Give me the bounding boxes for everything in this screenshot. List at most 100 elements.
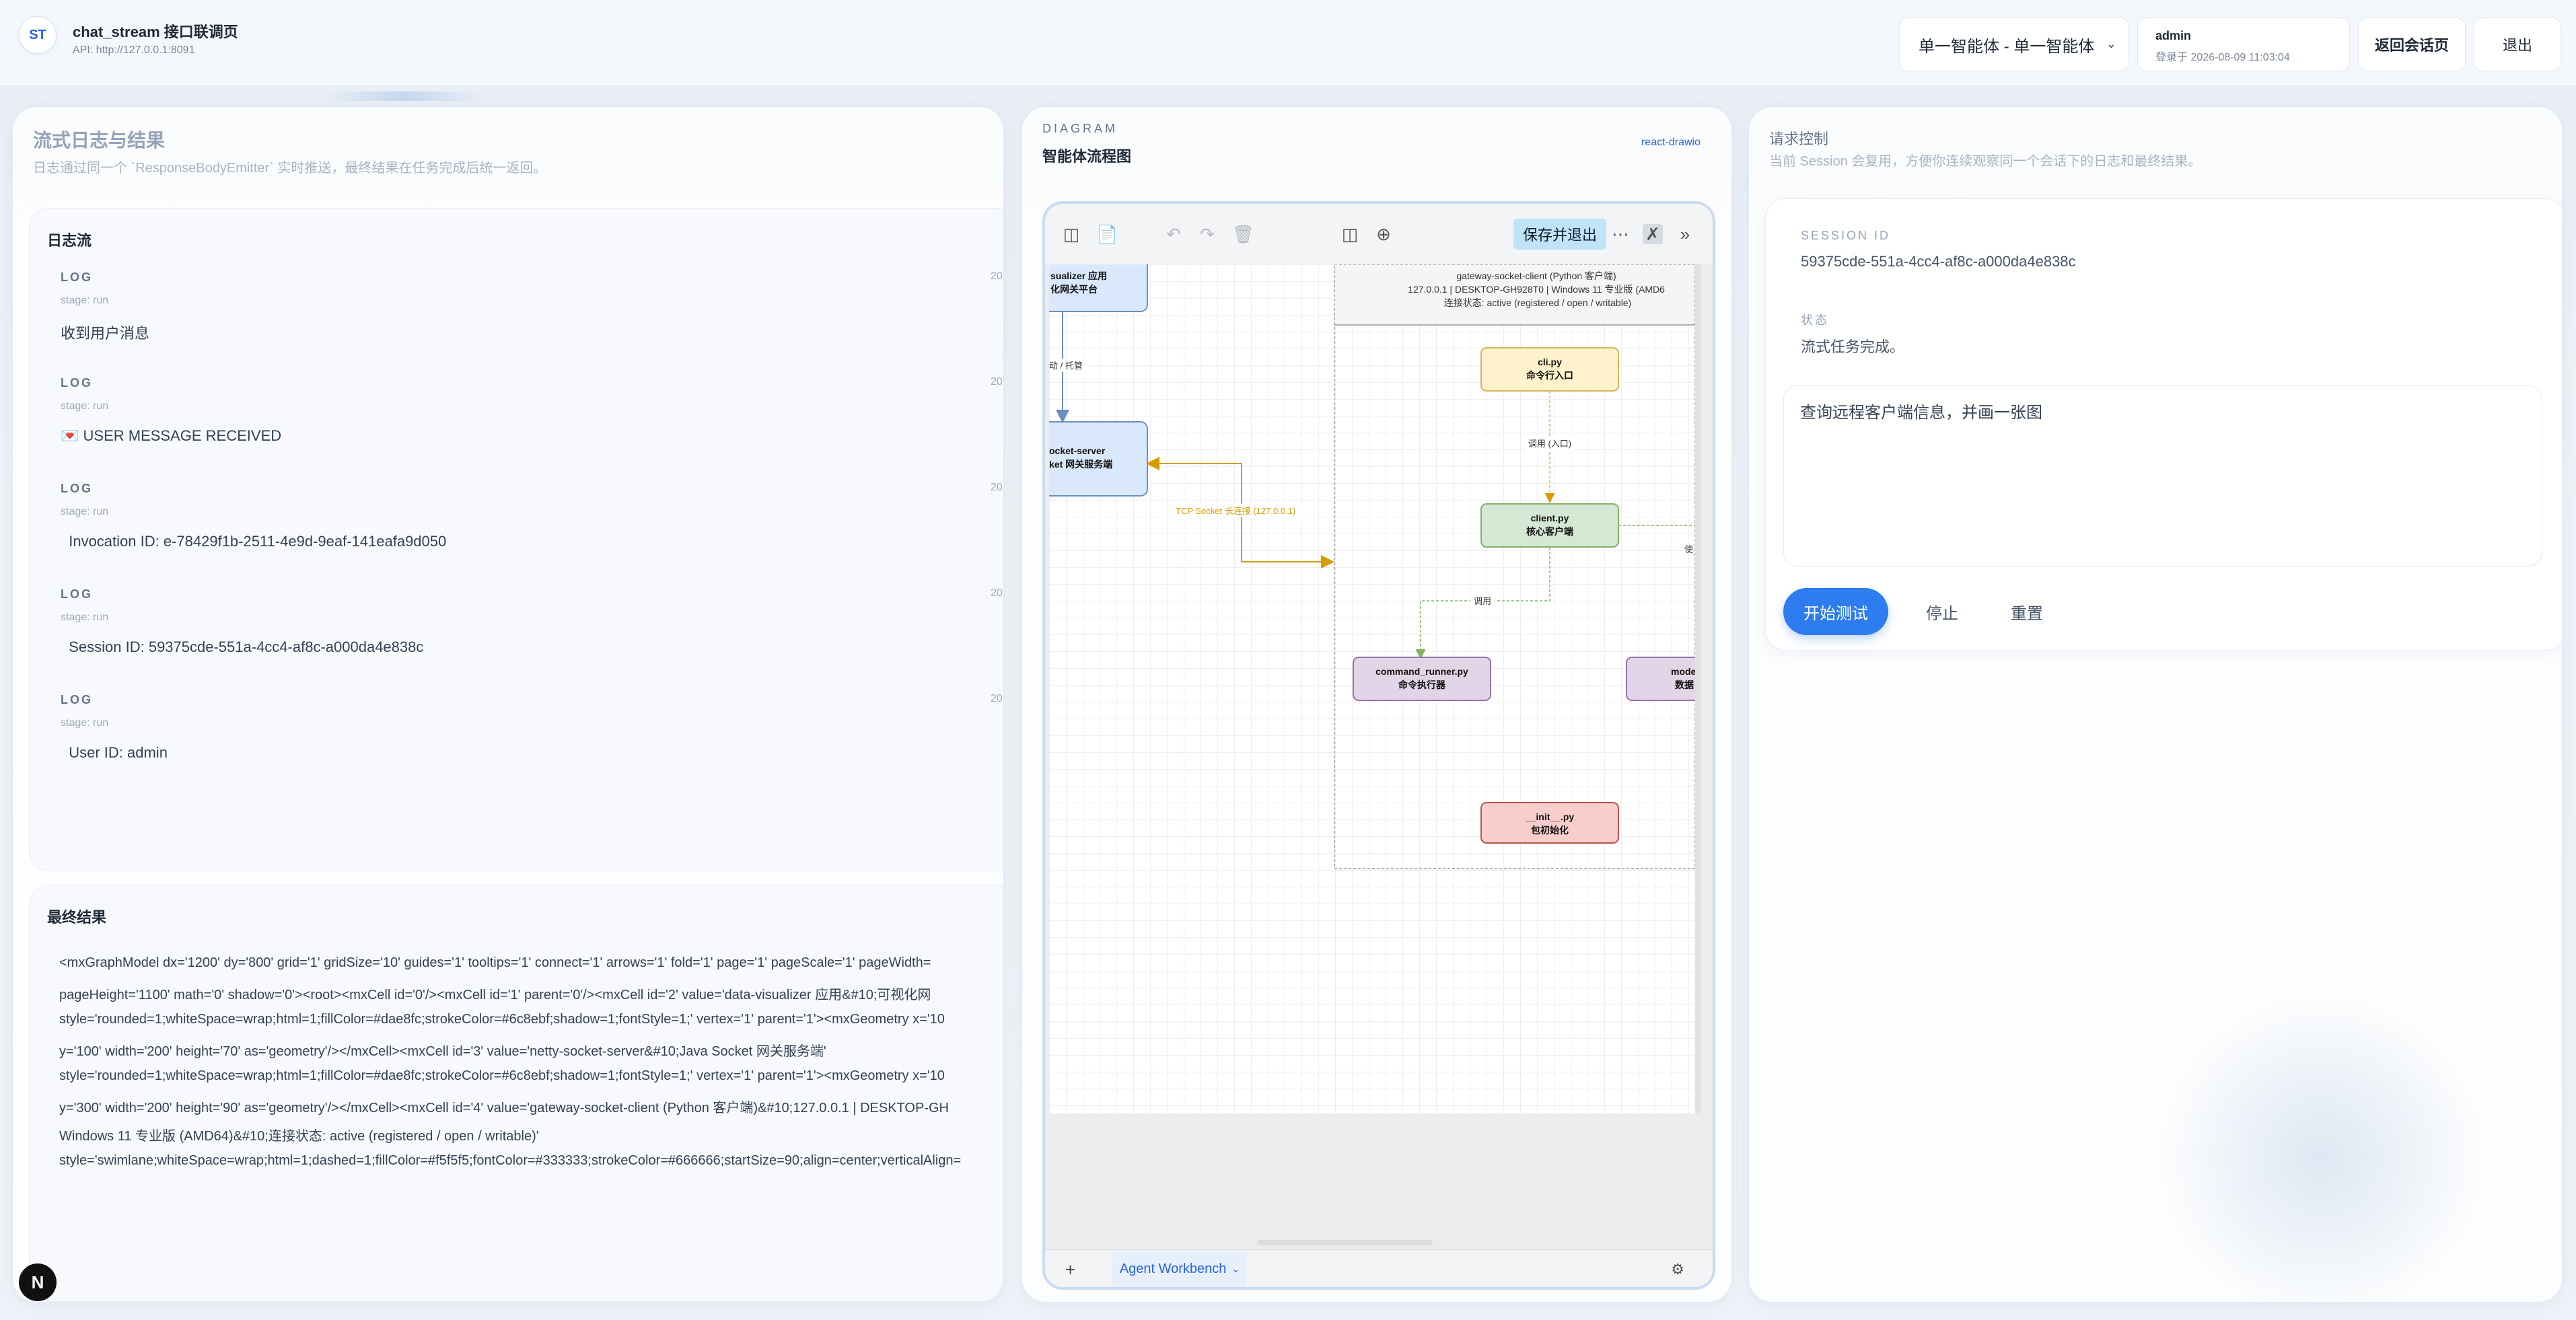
log-stage: stage: run [61, 506, 109, 517]
result-line: style='swimlane;whiteSpace=wrap;html=1;d… [59, 1153, 962, 1168]
log-entry: LOG 2026-08- stage: run Invocation ID: e… [30, 482, 1003, 587]
log-message: 💌 USER MESSAGE RECEIVED [61, 427, 282, 444]
app-title: chat_stream 接口联调页 [73, 24, 238, 40]
log-entry: LOG 2026-08- stage: run Session ID: 5937… [30, 587, 1003, 692]
logout-button[interactable]: 退出 [2474, 17, 2561, 71]
log-entry: LOG 2026-08- stage: run 💌 USER MESSAGE R… [30, 376, 1003, 481]
node-visualizer[interactable]: sualizer 应用化网关平台 [1049, 264, 1148, 312]
add-page-icon[interactable]: + [1065, 1259, 1075, 1280]
chevron-down-icon: ⌄ [2106, 37, 2116, 50]
log-stage: stage: run [61, 717, 109, 729]
result-line: y='100' width='200' height='70' as='geom… [59, 1044, 826, 1059]
diagram-canvas[interactable]: gateway-socket-client (Python 客户端) 127.0… [1049, 264, 1695, 1113]
log-time: 2026-08- [991, 270, 1003, 282]
loading-strip [323, 91, 485, 101]
log-stage: stage: run [61, 295, 109, 306]
drawio-bottom-bar: + Agent Workbench ⌄ ⚙ [1045, 1249, 1713, 1287]
node-init[interactable]: __init__.py 包初始化 [1480, 802, 1619, 844]
reset-button[interactable]: 重置 [1993, 588, 2061, 635]
login-time: 登录于 2026-08-09 11:03:04 [2155, 52, 2290, 63]
log-message: Invocation ID: e-78429f1b-2511-4e9d-9eaf… [61, 533, 447, 550]
node-socket-server[interactable]: ocket-server ket 网关服务端 [1049, 421, 1148, 497]
node-models[interactable]: mode 数据 [1626, 657, 1695, 701]
node-command-runner[interactable]: command_runner.py 命令执行器 [1353, 657, 1491, 701]
shapes-icon[interactable]: ◫ [1340, 224, 1360, 244]
log-stage: stage: run [61, 400, 109, 412]
prompt-input[interactable]: 查询远程客户端信息，并画一张图 [1783, 385, 2542, 566]
top-header: ST chat_stream 接口联调页 API: http://127.0.0… [0, 0, 2576, 86]
log-panel-subtitle: 日志通过同一个 `ResponseBodyEmitter` 实时推送，最终结果在… [33, 161, 547, 176]
start-test-button[interactable]: 开始测试 [1783, 588, 1888, 635]
log-message: Session ID: 59375cde-551a-4cc4-af8c-a000… [61, 638, 424, 655]
diagram-library-label: react-drawio [1641, 137, 1701, 148]
status-label: 状态 [1801, 314, 1829, 327]
request-panel-subtitle: 当前 Session 会复用，方便你连续观察同一个会话下的日志和最终结果。 [1769, 154, 2202, 169]
log-stream-title: 日志流 [47, 232, 92, 249]
log-tag: LOG [61, 482, 93, 495]
add-icon[interactable]: ⊕ [1373, 224, 1394, 244]
stop-button[interactable]: 停止 [1908, 588, 1976, 635]
vertical-scrollbar[interactable] [1695, 264, 1701, 1113]
page-tab-label: Agent Workbench [1119, 1261, 1227, 1276]
log-time: 2026-08- [991, 693, 1003, 704]
session-id-label: SESSION ID [1801, 229, 1891, 242]
delete-icon[interactable]: 🗑 [1232, 224, 1254, 244]
user-name: admin [2155, 29, 2192, 42]
horizontal-scrollbar[interactable] [1258, 1240, 1433, 1245]
save-exit-button[interactable]: 保存并退出 [1513, 219, 1606, 250]
node-cli[interactable]: cli.py 命令行入口 [1480, 347, 1619, 392]
page-icon[interactable]: 📄 [1096, 224, 1118, 244]
edge-call-entry-label: 调用 (入口) [1528, 439, 1571, 449]
agent-mode-value: 单一智能体 - 单一智能体 [1919, 37, 2095, 56]
result-line: y='300' width='200' height='90' as='geom… [59, 1101, 949, 1115]
log-tag: LOG [61, 270, 93, 284]
log-entry: LOG 2026-08- stage: run 收到用户消息 [30, 270, 1003, 375]
edge-tcp-label: TCP Socket 长连接 (127.0.0.1) [1176, 506, 1295, 516]
log-tag: LOG [61, 376, 93, 390]
edge-call-label: 调用 [1474, 596, 1491, 606]
edge-launch-label: 动 / 托管 [1049, 361, 1083, 371]
log-panel-title: 流式日志与结果 [33, 130, 166, 151]
format-panel-icon[interactable]: ◫ [1061, 224, 1081, 244]
result-line: pageHeight='1100' math='0' shadow='0'><r… [59, 988, 931, 1002]
diagram-svg: gateway-socket-client (Python 客户端) 127.0… [1049, 264, 1695, 869]
final-result-card[interactable]: 最终结果 <mxGraphModel dx='1200' dy='800' gr… [29, 885, 1003, 1302]
page-tab[interactable]: Agent Workbench ⌄ [1112, 1250, 1247, 1287]
log-message: 收到用户消息 [61, 325, 150, 342]
log-time: 2026-08- [991, 587, 1003, 599]
redo-icon[interactable]: ↷ [1197, 224, 1217, 244]
dev-tools-badge[interactable]: N [19, 1263, 57, 1301]
log-tag: LOG [61, 587, 93, 601]
request-panel-title: 请求控制 [1769, 131, 1829, 147]
request-card: SESSION ID 59375cde-551a-4cc4-af8c-a000d… [1765, 198, 2562, 651]
undo-icon[interactable]: ↶ [1164, 224, 1184, 244]
bug-icon[interactable]: ⚙ [1671, 1261, 1684, 1278]
user-info: admin 登录于 2026-08-09 11:03:04 [2137, 17, 2350, 71]
agent-mode-select[interactable]: 单一智能体 - 单一智能体 ⌄ [1899, 17, 2129, 71]
background-glow [2153, 996, 2490, 1319]
tools-icon[interactable]: ✗ [1643, 224, 1663, 244]
session-id-value: 59375cde-551a-4cc4-af8c-a000da4e838c [1801, 253, 2076, 270]
expand-icon[interactable]: » [1675, 224, 1695, 244]
log-time: 2026-08- [991, 482, 1003, 493]
node-client[interactable]: client.py 核心客户端 [1480, 503, 1619, 548]
log-stream-card[interactable]: 日志流 LOG 2026-08- stage: run 收到用户消息 LOG 2… [29, 208, 1003, 871]
result-line: style='rounded=1;whiteSpace=wrap;html=1;… [59, 1012, 945, 1027]
log-time: 2026-08- [991, 376, 1003, 388]
app-logo: ST [19, 16, 57, 54]
drawio-editor: ◫ 📄 ↶ ↷ 🗑 ◫ ⊕ 保存并退出 ⋯ ✗ » gateway-socket… [1042, 201, 1715, 1290]
log-entry: LOG 2026-08- stage: run User ID: admin [30, 693, 1003, 798]
diagram-panel: DIAGRAM 智能体流程图 react-drawio ◫ 📄 ↶ ↷ 🗑 ◫ … [1022, 106, 1732, 1303]
result-line: style='rounded=1;whiteSpace=wrap;html=1;… [59, 1068, 945, 1083]
chevron-down-icon: ⌄ [1231, 1263, 1240, 1274]
final-result-title: 最终结果 [47, 909, 107, 926]
log-message: User ID: admin [61, 744, 168, 761]
edge-use-label: 使 [1684, 544, 1693, 554]
result-line: <mxGraphModel dx='1200' dy='800' grid='1… [59, 955, 931, 970]
more-icon[interactable]: ⋯ [1610, 224, 1631, 244]
diagram-kicker: DIAGRAM [1042, 122, 1118, 135]
result-line: Windows 11 专业版 (AMD64)&#10;连接状态: active … [59, 1129, 539, 1144]
back-to-chat-button[interactable]: 返回会话页 [2358, 17, 2466, 71]
diagram-title: 智能体流程图 [1042, 148, 1132, 165]
log-panel: 流式日志与结果 日志通过同一个 `ResponseBodyEmitter` 实时… [12, 106, 1004, 1303]
